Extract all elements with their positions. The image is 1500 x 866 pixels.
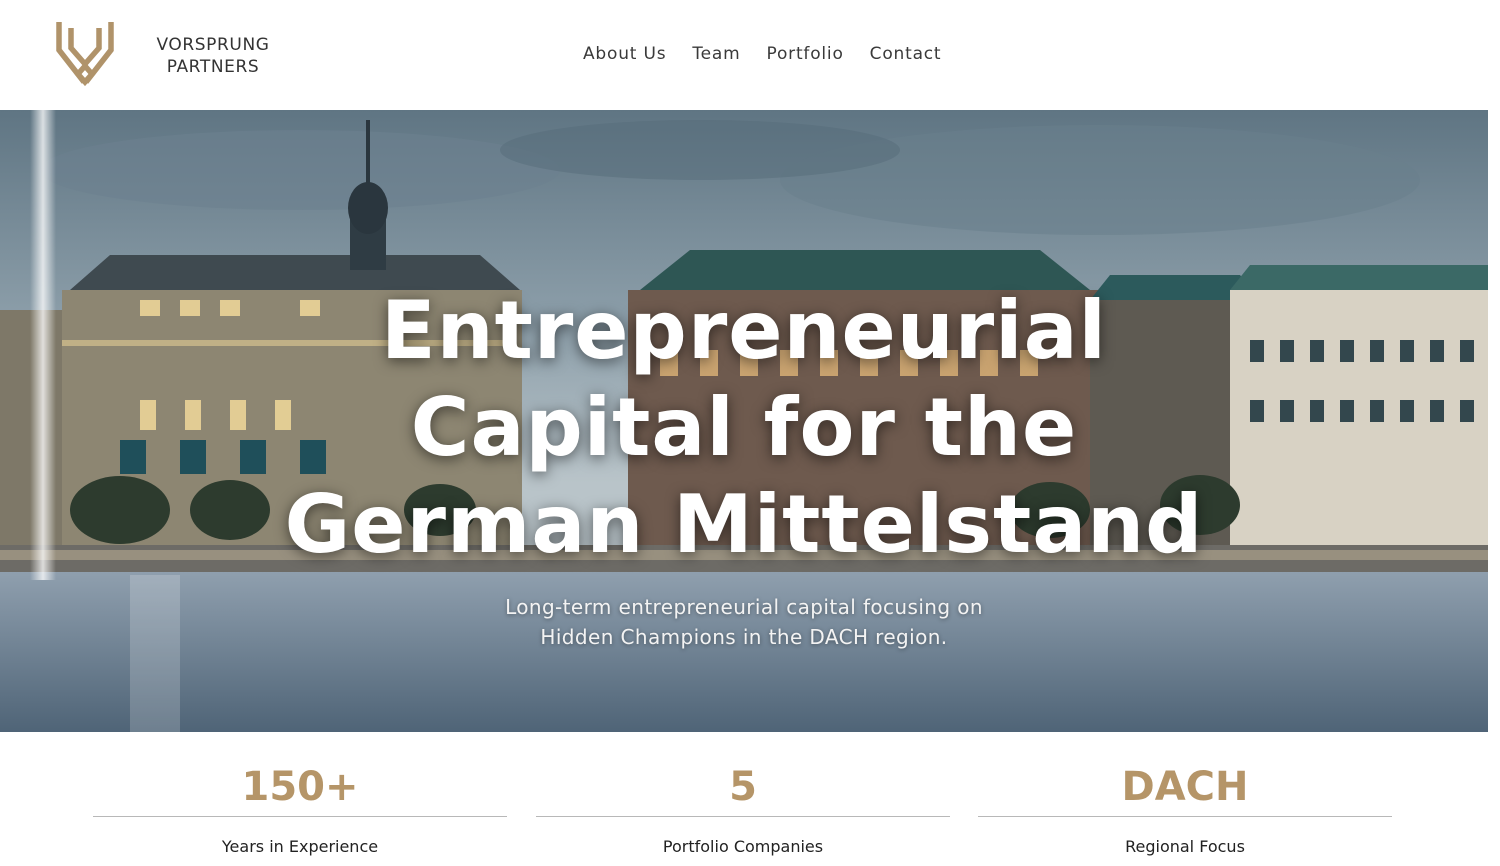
brand-name[interactable]: VORSPRUNG PARTNERS: [138, 34, 288, 78]
nav-item-team[interactable]: Team: [692, 44, 740, 64]
vp-chevron-logo-icon[interactable]: [52, 16, 118, 90]
stat-experience: 150+ Years in Experience: [93, 760, 507, 856]
stat-divider: [536, 816, 950, 817]
nav-item-about-us[interactable]: About Us: [583, 44, 666, 64]
hero-title-line-2: Capital for the: [410, 381, 1078, 474]
site-header: VORSPRUNG PARTNERS About Us Team Portfol…: [0, 0, 1500, 110]
stat-divider: [93, 816, 507, 817]
brand-line-2: PARTNERS: [166, 57, 260, 77]
stat-value: 5: [729, 764, 757, 810]
hero-title-line-1: Entrepreneurial: [381, 284, 1107, 377]
hero-section: Entrepreneurial Capital for the German M…: [0, 110, 1488, 732]
stat-label: Regional Focus: [1125, 837, 1245, 856]
stat-divider: [978, 816, 1392, 817]
nav-item-portfolio[interactable]: Portfolio: [767, 44, 844, 64]
hero-subtitle-line-2: Hidden Champions in the DACH region.: [540, 625, 948, 649]
brand-line-1: VORSPRUNG: [156, 35, 270, 55]
hero-subtitle: Long-term entrepreneurial capital focusi…: [0, 592, 1488, 652]
main-nav: About Us Team Portfolio Contact: [570, 44, 954, 64]
hero-title-line-3: German Mittelstand: [284, 478, 1204, 571]
stat-portfolio-companies: 5 Portfolio Companies: [536, 760, 950, 856]
stat-value: 150+: [241, 764, 359, 810]
hero-subtitle-line-1: Long-term entrepreneurial capital focusi…: [505, 595, 983, 619]
nav-item-contact[interactable]: Contact: [870, 44, 942, 64]
hero-title: Entrepreneurial Capital for the German M…: [0, 282, 1488, 573]
stat-regional-focus: DACH Regional Focus: [978, 760, 1392, 856]
stat-label: Years in Experience: [221, 837, 379, 856]
stat-value: DACH: [1121, 764, 1249, 810]
stat-label: Portfolio Companies: [662, 837, 824, 856]
